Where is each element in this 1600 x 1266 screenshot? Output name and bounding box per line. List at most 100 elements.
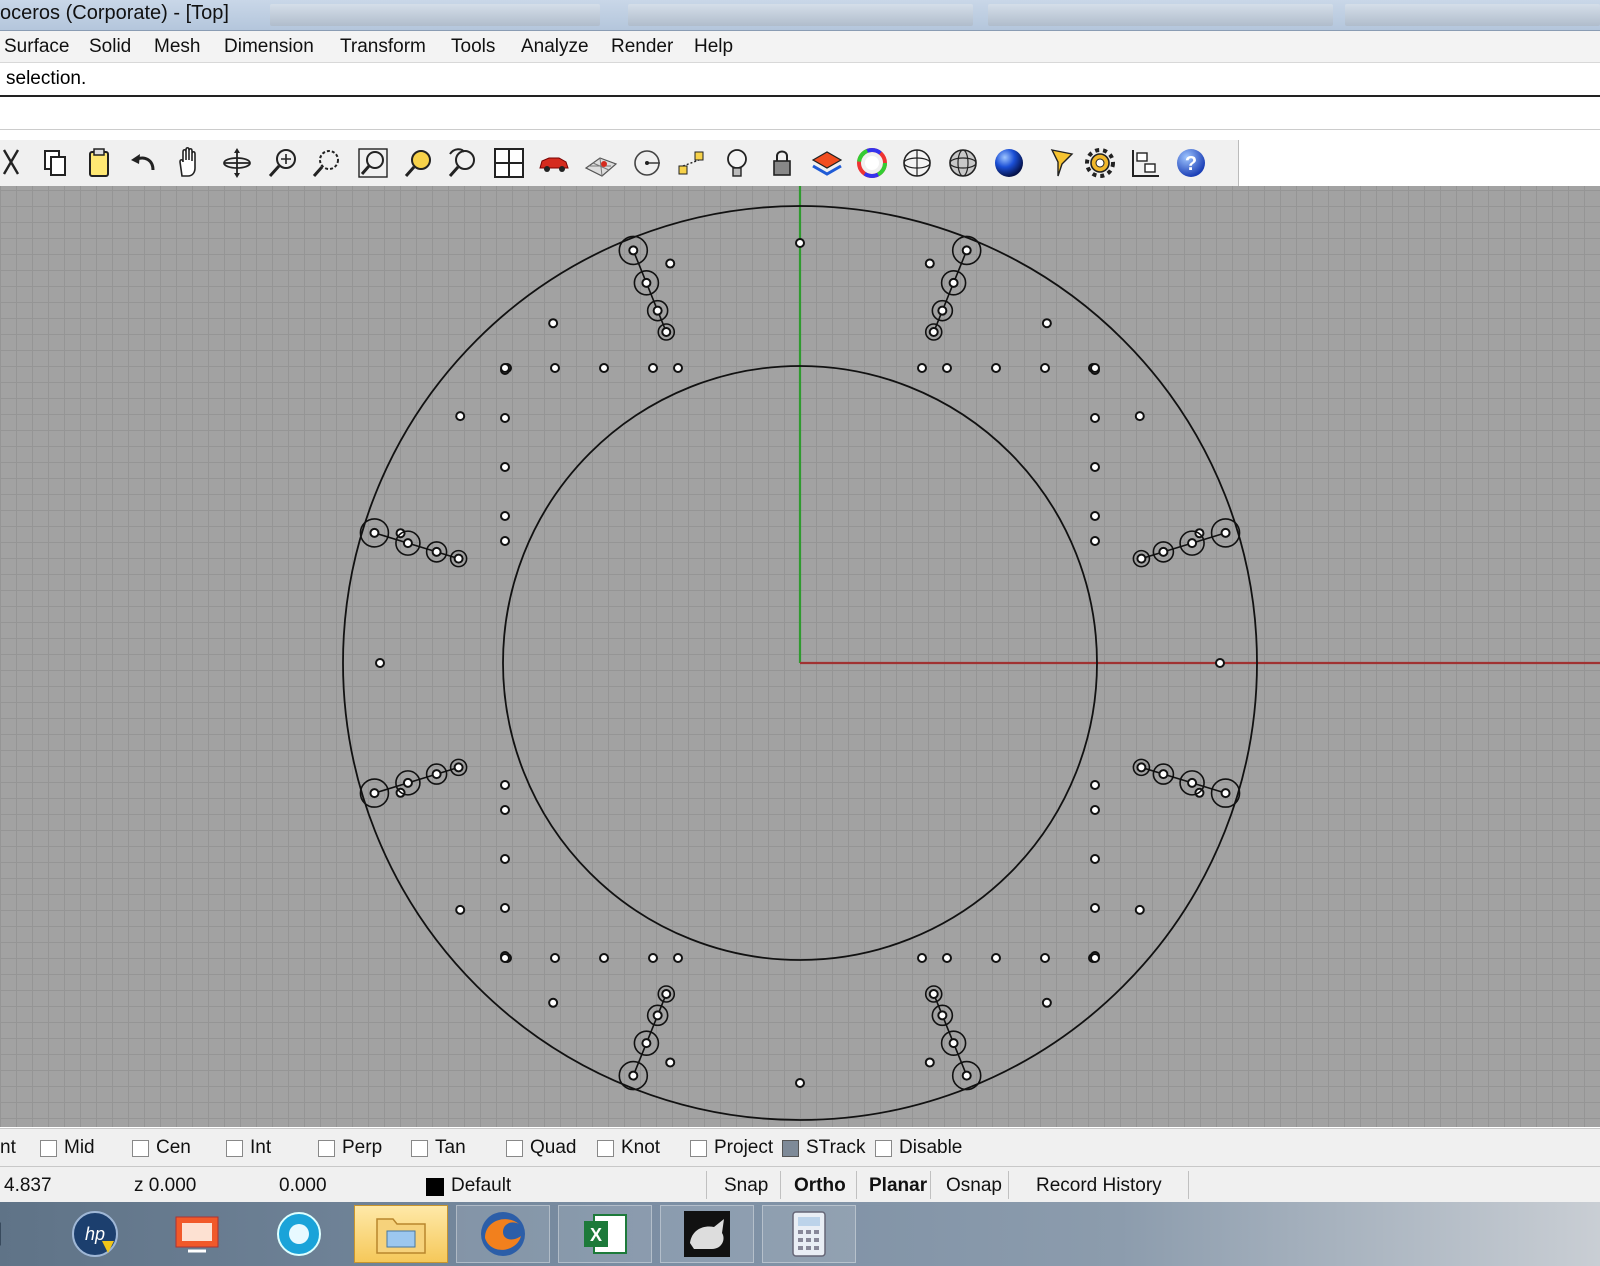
status-snap[interactable]: Snap	[724, 1175, 768, 1197]
hole-point[interactable]	[402, 777, 413, 788]
taskbar-preview-tab[interactable]	[270, 4, 600, 26]
hole-point[interactable]	[1090, 903, 1100, 913]
hole-point[interactable]	[500, 363, 510, 373]
pan-hand-icon[interactable]	[170, 144, 208, 182]
rhino-icon[interactable]	[660, 1205, 754, 1263]
hole-point[interactable]	[961, 245, 972, 256]
hole-point[interactable]	[1158, 546, 1169, 557]
hole-point[interactable]	[431, 769, 442, 780]
render-mesh-icon[interactable]	[582, 144, 620, 182]
menu-surface[interactable]: Surface	[4, 35, 69, 59]
hole-point[interactable]	[942, 953, 952, 963]
taskbar-preview-tab[interactable]	[628, 4, 973, 26]
hole-point[interactable]	[665, 258, 676, 269]
hole-point[interactable]	[1090, 805, 1100, 815]
osnap-tan-checkbox[interactable]	[411, 1139, 428, 1157]
ghosted-sphere-icon[interactable]	[944, 144, 982, 182]
hole-point[interactable]	[455, 904, 466, 915]
hole-point[interactable]	[1090, 854, 1100, 864]
hole-point[interactable]	[917, 953, 927, 963]
hole-point[interactable]	[599, 953, 609, 963]
hole-point[interactable]	[1158, 769, 1169, 780]
hole-point[interactable]	[1136, 553, 1147, 564]
hole-point[interactable]	[369, 527, 380, 538]
menu-tools[interactable]: Tools	[451, 35, 495, 59]
hole-point[interactable]	[948, 1038, 959, 1049]
zoom-extents-icon[interactable]	[354, 144, 392, 182]
viewport-top[interactable]	[0, 186, 1600, 1127]
hole-point[interactable]	[1136, 762, 1147, 773]
hole-point[interactable]	[928, 989, 939, 1000]
hole-point[interactable]	[1134, 904, 1145, 915]
presentation-icon[interactable]	[150, 1205, 244, 1263]
hole-point[interactable]	[665, 1057, 676, 1068]
file-folder-icon[interactable]	[354, 1205, 448, 1263]
cut-icon[interactable]	[0, 144, 30, 182]
hole-point[interactable]	[548, 997, 559, 1008]
hole-point[interactable]	[453, 762, 464, 773]
hole-point[interactable]	[924, 258, 935, 269]
hole-point[interactable]	[500, 462, 510, 472]
hole-point[interactable]	[1090, 953, 1100, 963]
hole-point[interactable]	[431, 546, 442, 557]
osnap-tan[interactable]: Tan	[411, 1137, 466, 1159]
menu-mesh[interactable]: Mesh	[154, 35, 200, 59]
paste-icon[interactable]	[80, 144, 118, 182]
hp-icon[interactable]: hp	[48, 1205, 142, 1263]
osnap-disable[interactable]: Disable	[875, 1137, 962, 1159]
browser-circle-icon[interactable]	[252, 1205, 346, 1263]
osnap-strack-checkbox[interactable]	[782, 1139, 799, 1157]
hole-point[interactable]	[1090, 413, 1100, 423]
hole-point[interactable]	[500, 536, 510, 546]
hole-point[interactable]	[375, 658, 385, 668]
hole-point[interactable]	[652, 305, 663, 316]
hole-point[interactable]	[500, 780, 510, 790]
hole-point[interactable]	[1187, 538, 1198, 549]
osnap-end[interactable]: nt	[0, 1137, 16, 1159]
undo-view-icon[interactable]	[444, 144, 482, 182]
zoom-window-icon[interactable]	[308, 144, 346, 182]
osnap-quad[interactable]: Quad	[506, 1137, 576, 1159]
hole-point[interactable]	[948, 277, 959, 288]
hole-point[interactable]	[641, 277, 652, 288]
firefox-icon[interactable]	[456, 1205, 550, 1263]
select-points-icon[interactable]	[673, 144, 711, 182]
osnap-strack[interactable]: STrack	[782, 1137, 865, 1159]
hole-point[interactable]	[924, 1057, 935, 1068]
excel-icon[interactable]: X	[558, 1205, 652, 1263]
hole-point[interactable]	[500, 413, 510, 423]
windows-explorer-icon[interactable]	[0, 1205, 34, 1263]
light-bulb-icon[interactable]	[718, 144, 756, 182]
hole-point[interactable]	[628, 1070, 639, 1081]
hole-point[interactable]	[500, 953, 510, 963]
four-viewports-icon[interactable]	[490, 144, 528, 182]
hole-point[interactable]	[917, 363, 927, 373]
status-osnap[interactable]: Osnap	[946, 1175, 1002, 1197]
help-icon[interactable]: ?	[1172, 144, 1210, 182]
hole-point[interactable]	[500, 903, 510, 913]
hole-point[interactable]	[661, 326, 672, 337]
osnap-disable-checkbox[interactable]	[875, 1139, 892, 1157]
hole-point[interactable]	[991, 953, 1001, 963]
hole-point[interactable]	[1220, 788, 1231, 799]
menu-help[interactable]: Help	[694, 35, 733, 59]
hole-point[interactable]	[455, 411, 466, 422]
menu-render[interactable]: Render	[611, 35, 673, 59]
hole-point[interactable]	[661, 989, 672, 1000]
status-planar[interactable]: Planar	[869, 1175, 927, 1197]
wireframe-sphere-icon[interactable]	[898, 144, 936, 182]
named-views-icon[interactable]	[1127, 144, 1165, 182]
taskbar-preview-tab[interactable]	[1345, 4, 1600, 26]
hole-point[interactable]	[369, 788, 380, 799]
hole-point[interactable]	[1090, 363, 1100, 373]
point-icon[interactable]	[628, 144, 666, 182]
osnap-perp-checkbox[interactable]	[318, 1139, 335, 1157]
hole-point[interactable]	[1090, 780, 1100, 790]
hole-point[interactable]	[641, 1038, 652, 1049]
hole-point[interactable]	[961, 1070, 972, 1081]
menu-solid[interactable]: Solid	[89, 35, 131, 59]
hole-point[interactable]	[599, 363, 609, 373]
taskbar-preview-tab[interactable]	[988, 4, 1333, 26]
menu-dimension[interactable]: Dimension	[224, 35, 314, 59]
zoom-dynamic-icon[interactable]	[264, 144, 302, 182]
